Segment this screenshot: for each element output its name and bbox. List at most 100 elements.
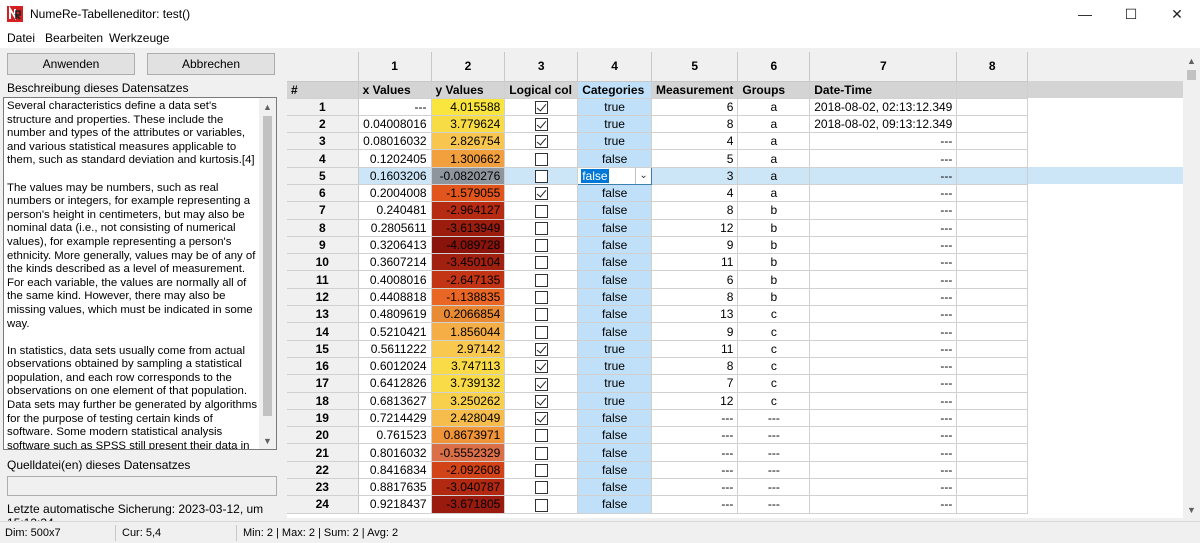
logical-cell[interactable] <box>504 236 579 255</box>
measurement-cell[interactable]: 12 <box>651 392 739 410</box>
x-value-cell[interactable]: 0.1603206 <box>358 167 432 185</box>
x-value-cell[interactable]: 0.1202405 <box>358 149 432 168</box>
table-row[interactable]: 1 --- 4.015588 true 6 a 2018-08-02, 02:13:12.3… <box>287 98 1200 116</box>
logical-cell[interactable] <box>504 98 579 116</box>
datetime-cell[interactable]: --- <box>809 219 958 237</box>
table-row[interactable]: 22 0.8416834 -2.092608 false --- --- --- <box>287 461 1200 480</box>
measurement-cell[interactable]: 7 <box>651 374 739 393</box>
measurement-cell[interactable]: 6 <box>651 270 739 289</box>
group-cell[interactable]: c <box>737 322 811 341</box>
empty-cell[interactable] <box>956 201 1029 220</box>
group-cell[interactable]: b <box>737 288 811 307</box>
field-header[interactable]: x Values <box>358 81 432 99</box>
datetime-cell[interactable]: --- <box>809 322 958 341</box>
empty-cell[interactable] <box>956 322 1029 341</box>
x-value-cell[interactable]: 0.6412826 <box>358 374 432 393</box>
field-header[interactable]: y Values <box>431 81 506 99</box>
x-value-cell[interactable]: 0.4408818 <box>358 288 432 307</box>
empty-cell[interactable] <box>956 236 1029 255</box>
datetime-cell[interactable]: --- <box>809 149 958 168</box>
y-value-cell[interactable]: 1.856044 <box>431 322 506 341</box>
y-value-cell[interactable]: 0.8673971 <box>431 426 506 445</box>
empty-cell[interactable] <box>956 253 1029 272</box>
group-cell[interactable]: c <box>737 357 811 376</box>
group-cell[interactable]: --- <box>737 495 811 514</box>
empty-cell[interactable] <box>956 149 1029 168</box>
category-cell[interactable]: false <box>577 478 653 497</box>
y-value-cell[interactable]: 1.300662 <box>431 149 506 168</box>
row-number[interactable]: 17 <box>287 374 359 393</box>
group-cell[interactable]: c <box>737 374 811 393</box>
table-row[interactable]: 14 0.5210421 1.856044 false 9 c --- <box>287 322 1200 341</box>
datetime-cell[interactable]: --- <box>809 236 958 255</box>
checkbox-checked-icon[interactable] <box>534 342 548 356</box>
column-number[interactable]: 8 <box>956 52 1029 82</box>
category-cell[interactable]: false <box>577 184 653 203</box>
checkbox-checked-icon[interactable] <box>534 377 548 391</box>
close-button[interactable]: ✕ <box>1154 0 1200 28</box>
datetime-cell[interactable]: --- <box>809 305 958 324</box>
x-value-cell[interactable]: 0.761523 <box>358 426 432 445</box>
datetime-cell[interactable]: --- <box>809 184 958 203</box>
measurement-cell[interactable]: --- <box>651 478 739 497</box>
field-header-empty[interactable] <box>956 81 1029 99</box>
datetime-cell[interactable]: --- <box>809 201 958 220</box>
group-cell[interactable]: --- <box>737 426 811 445</box>
checkbox-unchecked-icon[interactable] <box>534 498 548 512</box>
logical-cell[interactable] <box>504 184 579 203</box>
grid-scroll-down-icon[interactable]: ▼ <box>1183 501 1200 518</box>
column-number[interactable]: 1 <box>358 52 432 82</box>
group-cell[interactable]: --- <box>737 461 811 480</box>
empty-cell[interactable] <box>956 115 1029 134</box>
table-row[interactable]: 12 0.4408818 -1.138835 false 8 b --- <box>287 288 1200 307</box>
checkbox-unchecked-icon[interactable] <box>534 239 548 253</box>
x-value-cell[interactable]: 0.5210421 <box>358 322 432 341</box>
y-value-cell[interactable]: 2.428049 <box>431 409 506 428</box>
checkbox-unchecked-icon[interactable] <box>534 256 548 270</box>
empty-cell[interactable] <box>956 392 1029 410</box>
group-cell[interactable]: --- <box>737 409 811 428</box>
group-cell[interactable]: c <box>737 305 811 324</box>
checkbox-unchecked-icon[interactable] <box>534 464 548 478</box>
y-value-cell[interactable]: -0.0820276 <box>431 167 506 185</box>
category-cell[interactable]: false <box>577 443 653 462</box>
datetime-cell[interactable]: --- <box>809 409 958 428</box>
category-cell[interactable]: true <box>577 340 653 358</box>
scroll-down-icon[interactable]: ▼ <box>259 432 276 449</box>
row-number[interactable]: 6 <box>287 184 359 203</box>
description-scrollbar[interactable]: ▲ ▼ <box>259 98 276 449</box>
category-cell[interactable]: false <box>577 270 653 289</box>
x-value-cell[interactable]: 0.7214429 <box>358 409 432 428</box>
group-cell[interactable]: a <box>737 167 811 185</box>
scroll-thumb[interactable] <box>263 116 272 416</box>
category-cell[interactable]: true <box>577 374 653 393</box>
logical-cell[interactable] <box>504 288 579 307</box>
datetime-cell[interactable]: 2018-08-02, 09:13:12.349 <box>809 115 958 134</box>
checkbox-unchecked-icon[interactable] <box>534 291 548 305</box>
table-row[interactable]: 6 0.2004008 -1.579055 false 4 a --- <box>287 184 1200 203</box>
measurement-cell[interactable]: --- <box>651 495 739 514</box>
logical-cell[interactable] <box>504 167 579 185</box>
datetime-cell[interactable]: --- <box>809 443 958 462</box>
table-row[interactable]: 9 0.3206413 -4.089728 false 9 b --- <box>287 236 1200 255</box>
logical-cell[interactable] <box>504 409 579 428</box>
checkbox-unchecked-icon[interactable] <box>534 152 548 166</box>
row-number[interactable]: 8 <box>287 219 359 237</box>
measurement-cell[interactable]: --- <box>651 461 739 480</box>
x-value-cell[interactable]: 0.6012024 <box>358 357 432 376</box>
table-row[interactable]: 18 0.6813627 3.250262 true 12 c --- <box>287 392 1200 410</box>
group-cell[interactable]: b <box>737 236 811 255</box>
y-value-cell[interactable]: 3.779624 <box>431 115 506 134</box>
maximize-button[interactable]: ☐ <box>1108 0 1154 28</box>
x-value-cell[interactable]: 0.2805611 <box>358 219 432 237</box>
checkbox-unchecked-icon[interactable] <box>534 170 548 183</box>
row-number[interactable]: 16 <box>287 357 359 376</box>
category-cell[interactable]: true <box>577 392 653 410</box>
datetime-cell[interactable]: --- <box>809 167 958 185</box>
category-cell[interactable]: false <box>577 322 653 341</box>
group-cell[interactable]: a <box>737 132 811 151</box>
checkbox-checked-icon[interactable] <box>534 412 548 426</box>
table-row[interactable]: 21 0.8016032 -0.5552329 false --- --- --- <box>287 443 1200 462</box>
group-cell[interactable]: a <box>737 149 811 168</box>
empty-cell[interactable] <box>956 132 1029 151</box>
